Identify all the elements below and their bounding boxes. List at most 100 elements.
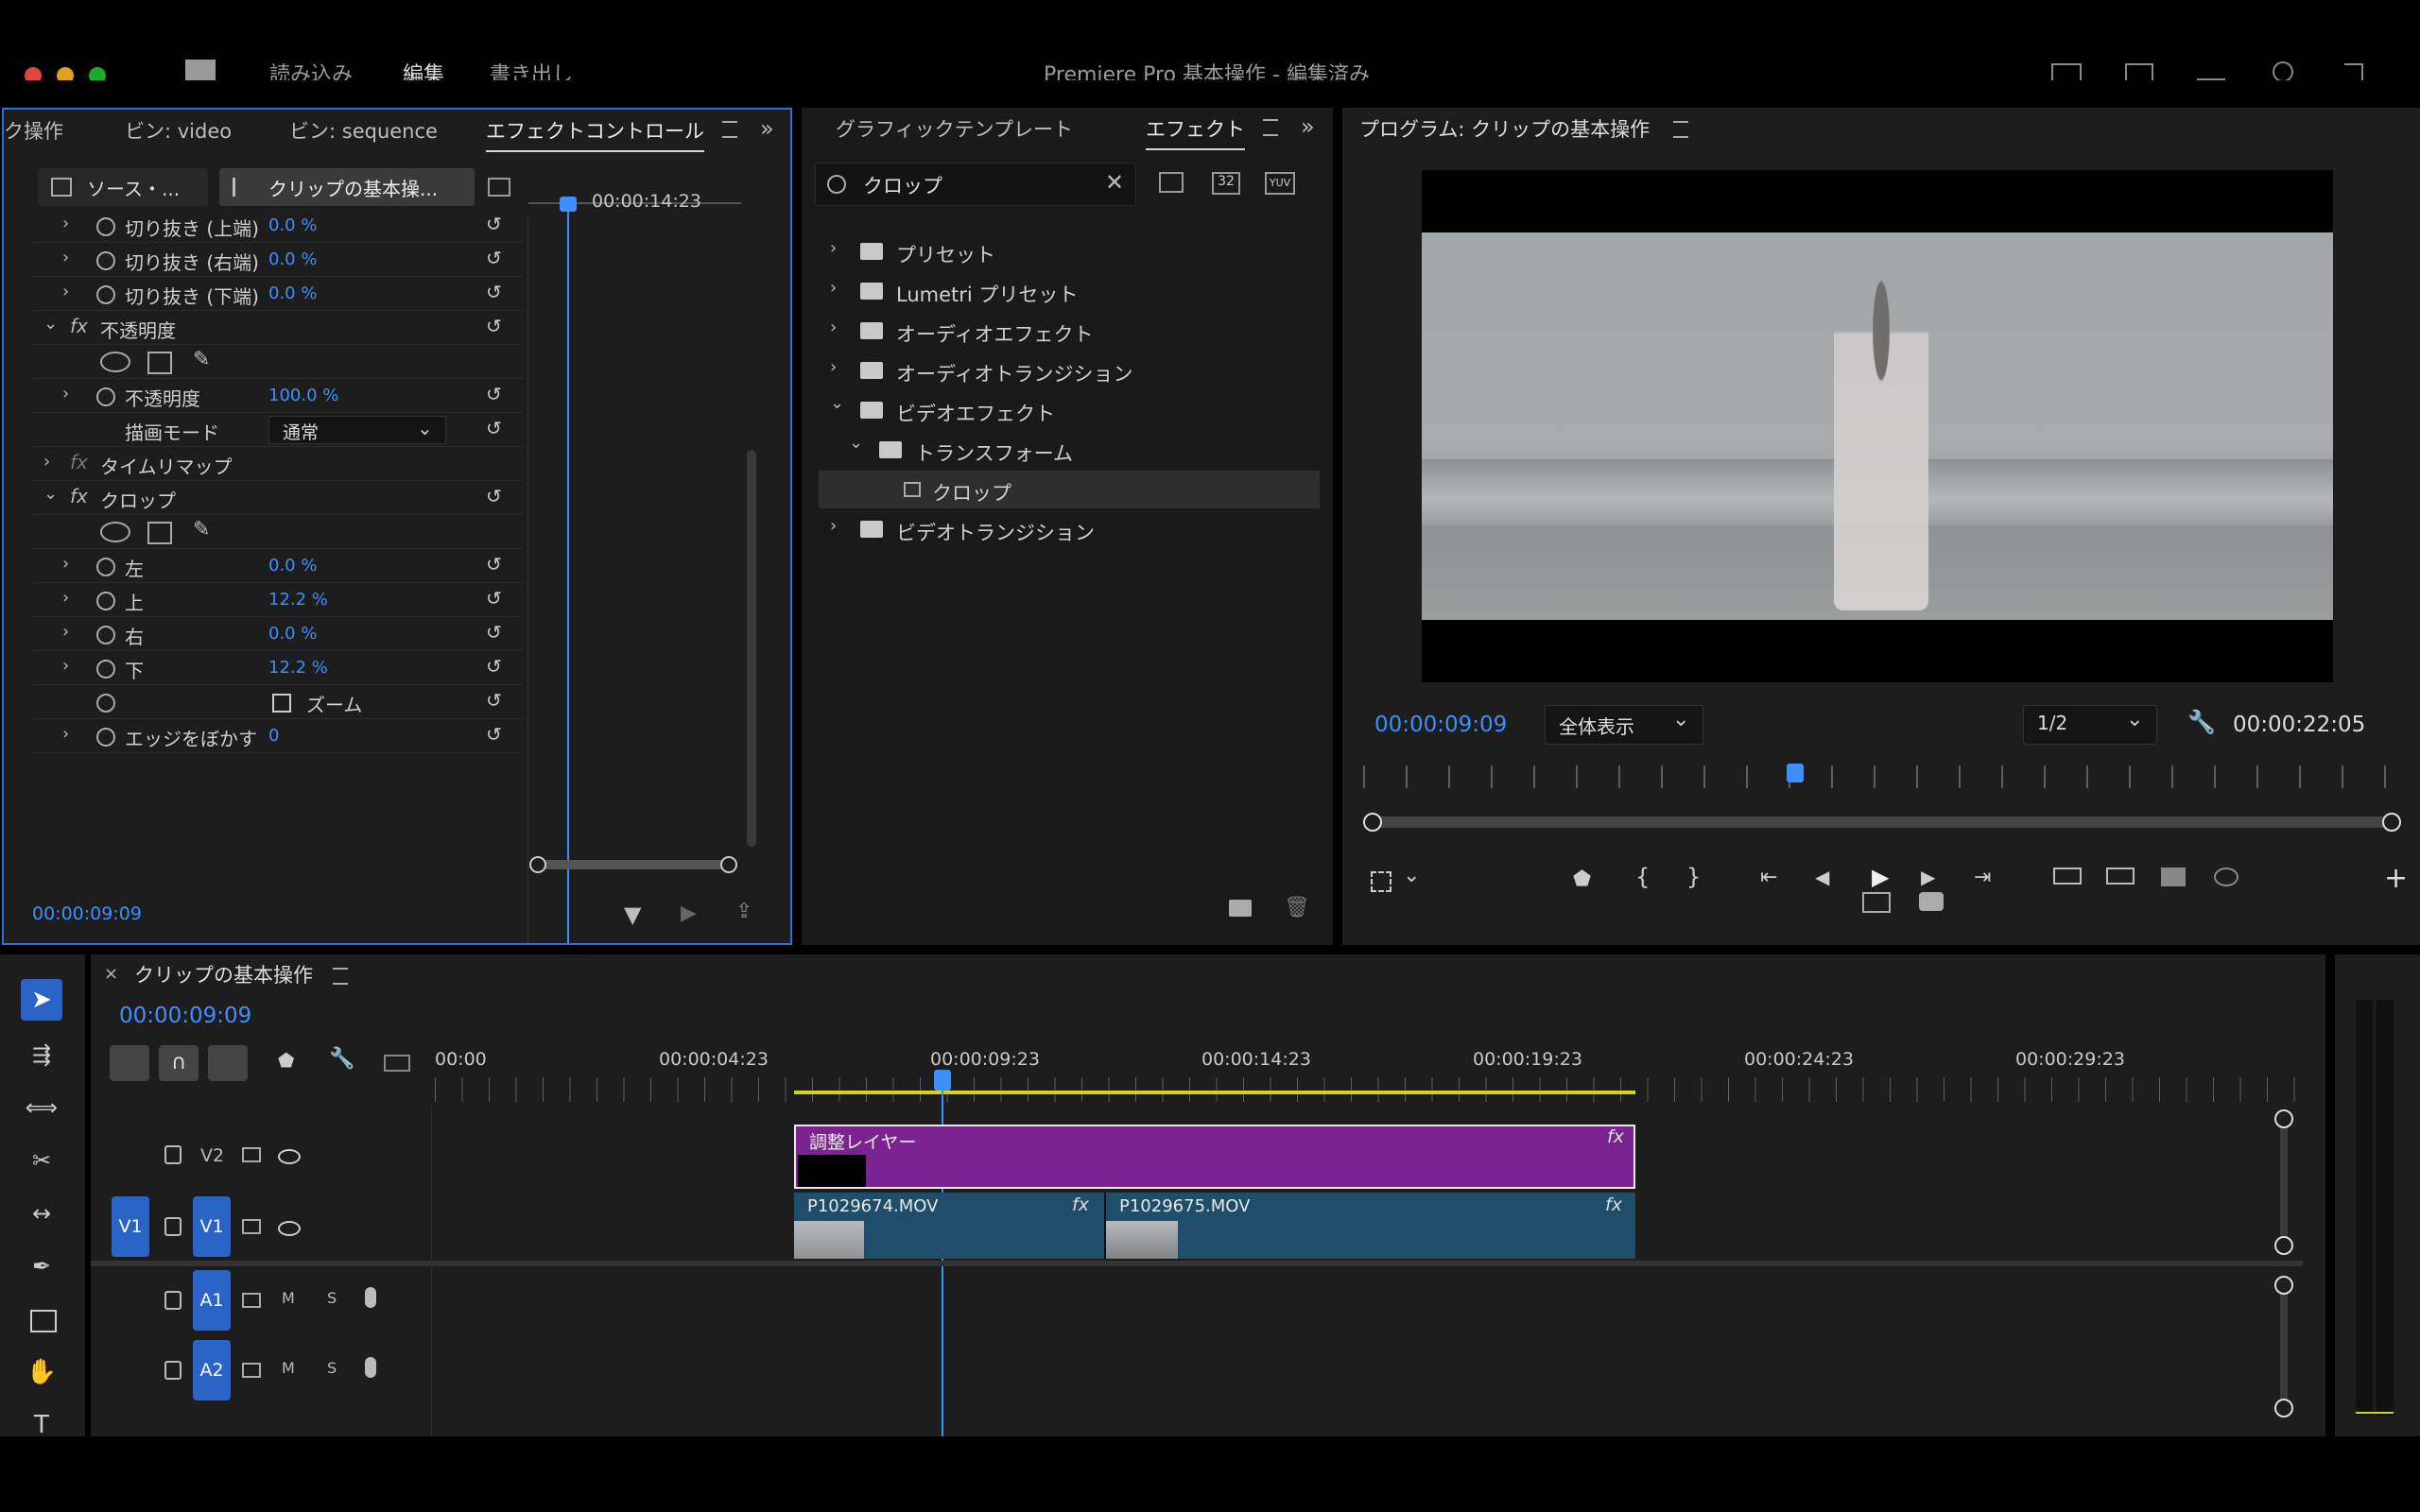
captions-icon[interactable] <box>384 1055 410 1072</box>
crop-left-value[interactable]: 0.0 % <box>268 556 317 576</box>
microphone-icon[interactable] <box>365 1287 376 1308</box>
reset-icon[interactable]: ↺ <box>486 587 502 610</box>
lock-icon[interactable] <box>164 1217 182 1236</box>
reset-icon[interactable]: ↺ <box>486 213 502 235</box>
selection-tool-icon[interactable]: ➤ <box>21 979 62 1021</box>
stopwatch-icon[interactable] <box>96 592 115 610</box>
source-patch-v1[interactable]: V1 <box>112 1196 149 1257</box>
ellipse-mask-icon[interactable] <box>100 522 130 542</box>
add-marker-icon[interactable]: ⬟ <box>1573 868 1591 891</box>
microphone-icon[interactable] <box>365 1357 376 1378</box>
program-zoom-handle-right[interactable] <box>2382 813 2401 832</box>
opacity-value[interactable]: 100.0 % <box>268 386 338 405</box>
tree-item-video-effects[interactable]: ⌄ ビデオエフェクト <box>819 391 1320 429</box>
pen-mask-icon[interactable]: ✎ <box>193 348 210 371</box>
reset-icon[interactable]: ↺ <box>486 247 502 269</box>
stopwatch-icon[interactable] <box>96 626 115 644</box>
camera-icon[interactable] <box>1919 892 1944 911</box>
fullscreen-icon[interactable] <box>2125 63 2153 80</box>
video-clip-1[interactable]: P1029674.MOV fx <box>794 1193 1106 1259</box>
program-ruler[interactable] <box>1363 765 2403 788</box>
program-current-time[interactable]: 00:00:09:09 <box>1374 713 1507 737</box>
crop-rightside-value[interactable]: 0.0 % <box>268 624 317 644</box>
home-icon[interactable] <box>185 60 216 80</box>
workspace-export[interactable]: 書き出し <box>490 58 573 80</box>
export-icon[interactable]: ⇪ <box>735 900 752 923</box>
crop-right-value[interactable]: 0.0 % <box>268 249 317 269</box>
export-frame-compare-icon[interactable] <box>2161 868 2186 886</box>
eye-icon[interactable] <box>278 1149 301 1164</box>
ec-scrollbar[interactable] <box>747 450 756 847</box>
new-bin-icon[interactable] <box>1229 900 1252 917</box>
panel-menu-icon[interactable] <box>722 121 737 138</box>
reset-icon[interactable]: ↺ <box>486 417 502 439</box>
collapse-icon[interactable]: ⌄ <box>830 393 844 413</box>
tree-item-audio-effects[interactable]: › オーディオエフェクト <box>819 312 1320 350</box>
expand-icon[interactable]: › <box>830 278 837 298</box>
track-v2-label[interactable]: V2 <box>200 1145 224 1166</box>
program-zoom-bar[interactable] <box>1367 816 2392 828</box>
timeline-current-time[interactable]: 00:00:09:09 <box>119 1004 251 1028</box>
solo-button[interactable]: S <box>327 1359 337 1377</box>
lock-icon[interactable] <box>164 1361 182 1380</box>
panel-menu-icon[interactable] <box>1263 119 1278 136</box>
pen-tool-icon[interactable]: ✒ <box>21 1246 62 1287</box>
hand-tool-icon[interactable]: ✋ <box>21 1351 62 1393</box>
workspace-import[interactable]: 読み込み <box>269 58 353 80</box>
stopwatch-icon[interactable] <box>96 387 115 406</box>
stopwatch-icon[interactable] <box>96 251 115 270</box>
ec-zoom-handle-left[interactable] <box>529 856 546 873</box>
settings-icon[interactable] <box>1371 871 1392 892</box>
program-zoom-handle-left[interactable] <box>1363 813 1382 832</box>
feather-value[interactable]: 0 <box>268 726 279 746</box>
solo-button[interactable]: S <box>327 1289 337 1307</box>
linked-selection-icon[interactable] <box>208 1045 248 1081</box>
tab-effect-controls[interactable]: エフェクトコントロール <box>486 116 704 152</box>
expand-icon[interactable]: › <box>830 516 837 536</box>
rectangle-tool-icon[interactable] <box>21 1300 62 1342</box>
track-a2-target[interactable]: A2 <box>193 1340 231 1400</box>
step-back-icon[interactable]: ◀ <box>1815 866 1829 888</box>
expand-icon[interactable]: › <box>830 318 837 337</box>
tree-item-transform[interactable]: ⌄ トランスフォーム <box>819 431 1320 469</box>
pen-mask-icon[interactable]: ✎ <box>193 518 210 541</box>
sync-lock-icon[interactable] <box>242 1147 261 1162</box>
zoom-checkbox[interactable] <box>272 694 291 713</box>
expand-icon[interactable]: › <box>62 282 69 301</box>
tree-item-audio-transitions[interactable]: › オーディオトランジション <box>819 352 1320 389</box>
rectangle-mask-icon[interactable] <box>147 352 172 374</box>
timeline-ruler[interactable] <box>435 1077 2297 1102</box>
vr-icon[interactable] <box>2214 868 2238 886</box>
fit-select[interactable]: 全体表示 ⌄ <box>1545 705 1703 745</box>
collapse-icon[interactable]: ⌄ <box>849 433 863 453</box>
reset-icon[interactable]: ↺ <box>486 281 502 303</box>
expand-icon[interactable]: › <box>62 214 69 233</box>
trash-icon[interactable]: 🗑 <box>1284 896 1310 919</box>
rectangle-mask-icon[interactable] <box>147 522 172 544</box>
collapse-icon[interactable]: ⌄ <box>43 484 58 504</box>
tree-item-video-transitions[interactable]: › ビデオトランジション <box>819 510 1320 548</box>
reset-icon[interactable]: ↺ <box>486 621 502 644</box>
overflow-chevron-icon[interactable]: » <box>760 115 774 142</box>
track-a1-target[interactable]: A1 <box>193 1270 231 1331</box>
mute-button[interactable]: M <box>282 1289 295 1307</box>
blend-mode-select[interactable]: 通常 ⌄ <box>268 416 446 444</box>
fx-icon[interactable]: fx <box>70 485 88 507</box>
sync-lock-icon[interactable] <box>242 1219 261 1234</box>
tree-item-presets[interactable]: › プリセット <box>819 232 1320 270</box>
crop-upper-value[interactable]: 12.2 % <box>268 590 328 610</box>
tab-graphic-templates[interactable]: グラフィックテンプレート <box>836 114 1073 143</box>
toggle-timeline-icon[interactable] <box>488 178 510 197</box>
chevron-down-icon[interactable]: ⌄ <box>1403 864 1420 887</box>
fx-badge[interactable]: fx <box>1605 1194 1622 1215</box>
ellipse-mask-icon[interactable] <box>100 352 130 372</box>
ec-zoom-handle-right[interactable] <box>720 856 737 873</box>
fx-icon[interactable]: fx <box>70 315 88 337</box>
effects-search-box[interactable]: クロップ ✕ <box>815 163 1136 206</box>
extract-icon[interactable] <box>2106 868 2135 885</box>
video-scroll-handle-bottom[interactable] <box>2274 1236 2293 1255</box>
video-scroll-handle-top[interactable] <box>2274 1109 2293 1128</box>
expand-icon[interactable]: › <box>62 248 69 267</box>
stopwatch-icon[interactable] <box>96 558 115 576</box>
add-button-icon[interactable]: + <box>2384 862 2408 895</box>
